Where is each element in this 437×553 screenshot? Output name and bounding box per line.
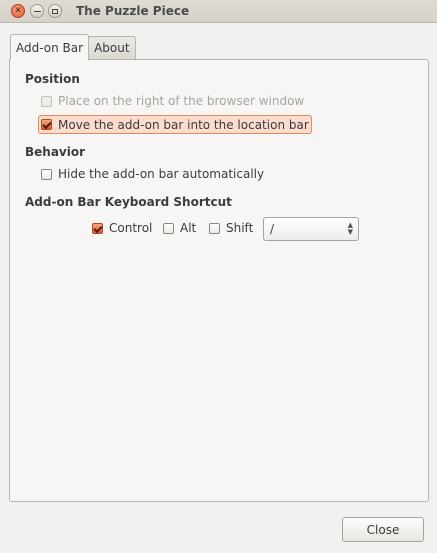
preferences-window: ✕ The Puzzle Piece Add-on Bar About Posi… <box>0 0 437 553</box>
control-option[interactable]: Control <box>92 219 152 237</box>
shortcut-heading: Add-on Bar Keyboard Shortcut <box>25 195 232 209</box>
window-title: The Puzzle Piece <box>76 4 190 18</box>
shortcut-key-value: / <box>270 222 275 236</box>
tab-panel: Position Place on the right of the brows… <box>9 59 429 502</box>
alt-option[interactable]: Alt <box>163 219 196 237</box>
alt-checkbox[interactable] <box>163 222 174 234</box>
into-location-bar-label[interactable]: Move the add-on bar into the location ba… <box>58 118 309 132</box>
right-of-window-checkbox <box>41 95 52 107</box>
right-of-window-option: Place on the right of the browser window <box>41 92 304 110</box>
spinner-arrows-icon: ▲ ▼ <box>347 221 353 236</box>
position-heading: Position <box>25 72 80 86</box>
shift-label[interactable]: Shift <box>226 221 253 235</box>
control-label[interactable]: Control <box>109 221 152 235</box>
title-bar[interactable]: ✕ The Puzzle Piece <box>0 0 437 23</box>
control-checkbox[interactable] <box>92 222 103 234</box>
into-location-bar-checkbox[interactable] <box>41 119 52 130</box>
hide-auto-checkbox[interactable] <box>41 168 52 180</box>
shift-option[interactable]: Shift <box>209 219 253 237</box>
tab-bar: Add-on Bar About <box>10 34 136 60</box>
minimize-window-icon[interactable] <box>30 4 44 18</box>
alt-label[interactable]: Alt <box>180 221 196 235</box>
maximize-window-icon[interactable] <box>48 4 62 18</box>
close-window-icon[interactable]: ✕ <box>11 4 25 18</box>
hide-auto-label[interactable]: Hide the add-on bar automatically <box>58 167 264 181</box>
hide-auto-option[interactable]: Hide the add-on bar automatically <box>41 165 264 183</box>
shortcut-key-select[interactable]: / ▲ ▼ <box>263 217 359 241</box>
close-button[interactable]: Close <box>342 517 424 542</box>
tab-about[interactable]: About <box>88 36 136 59</box>
tab-addon-bar[interactable]: Add-on Bar <box>10 34 90 60</box>
behavior-heading: Behavior <box>25 145 86 159</box>
right-of-window-label: Place on the right of the browser window <box>58 94 305 108</box>
shift-checkbox[interactable] <box>209 222 220 234</box>
into-location-bar-option[interactable]: Move the add-on bar into the location ba… <box>38 115 312 134</box>
